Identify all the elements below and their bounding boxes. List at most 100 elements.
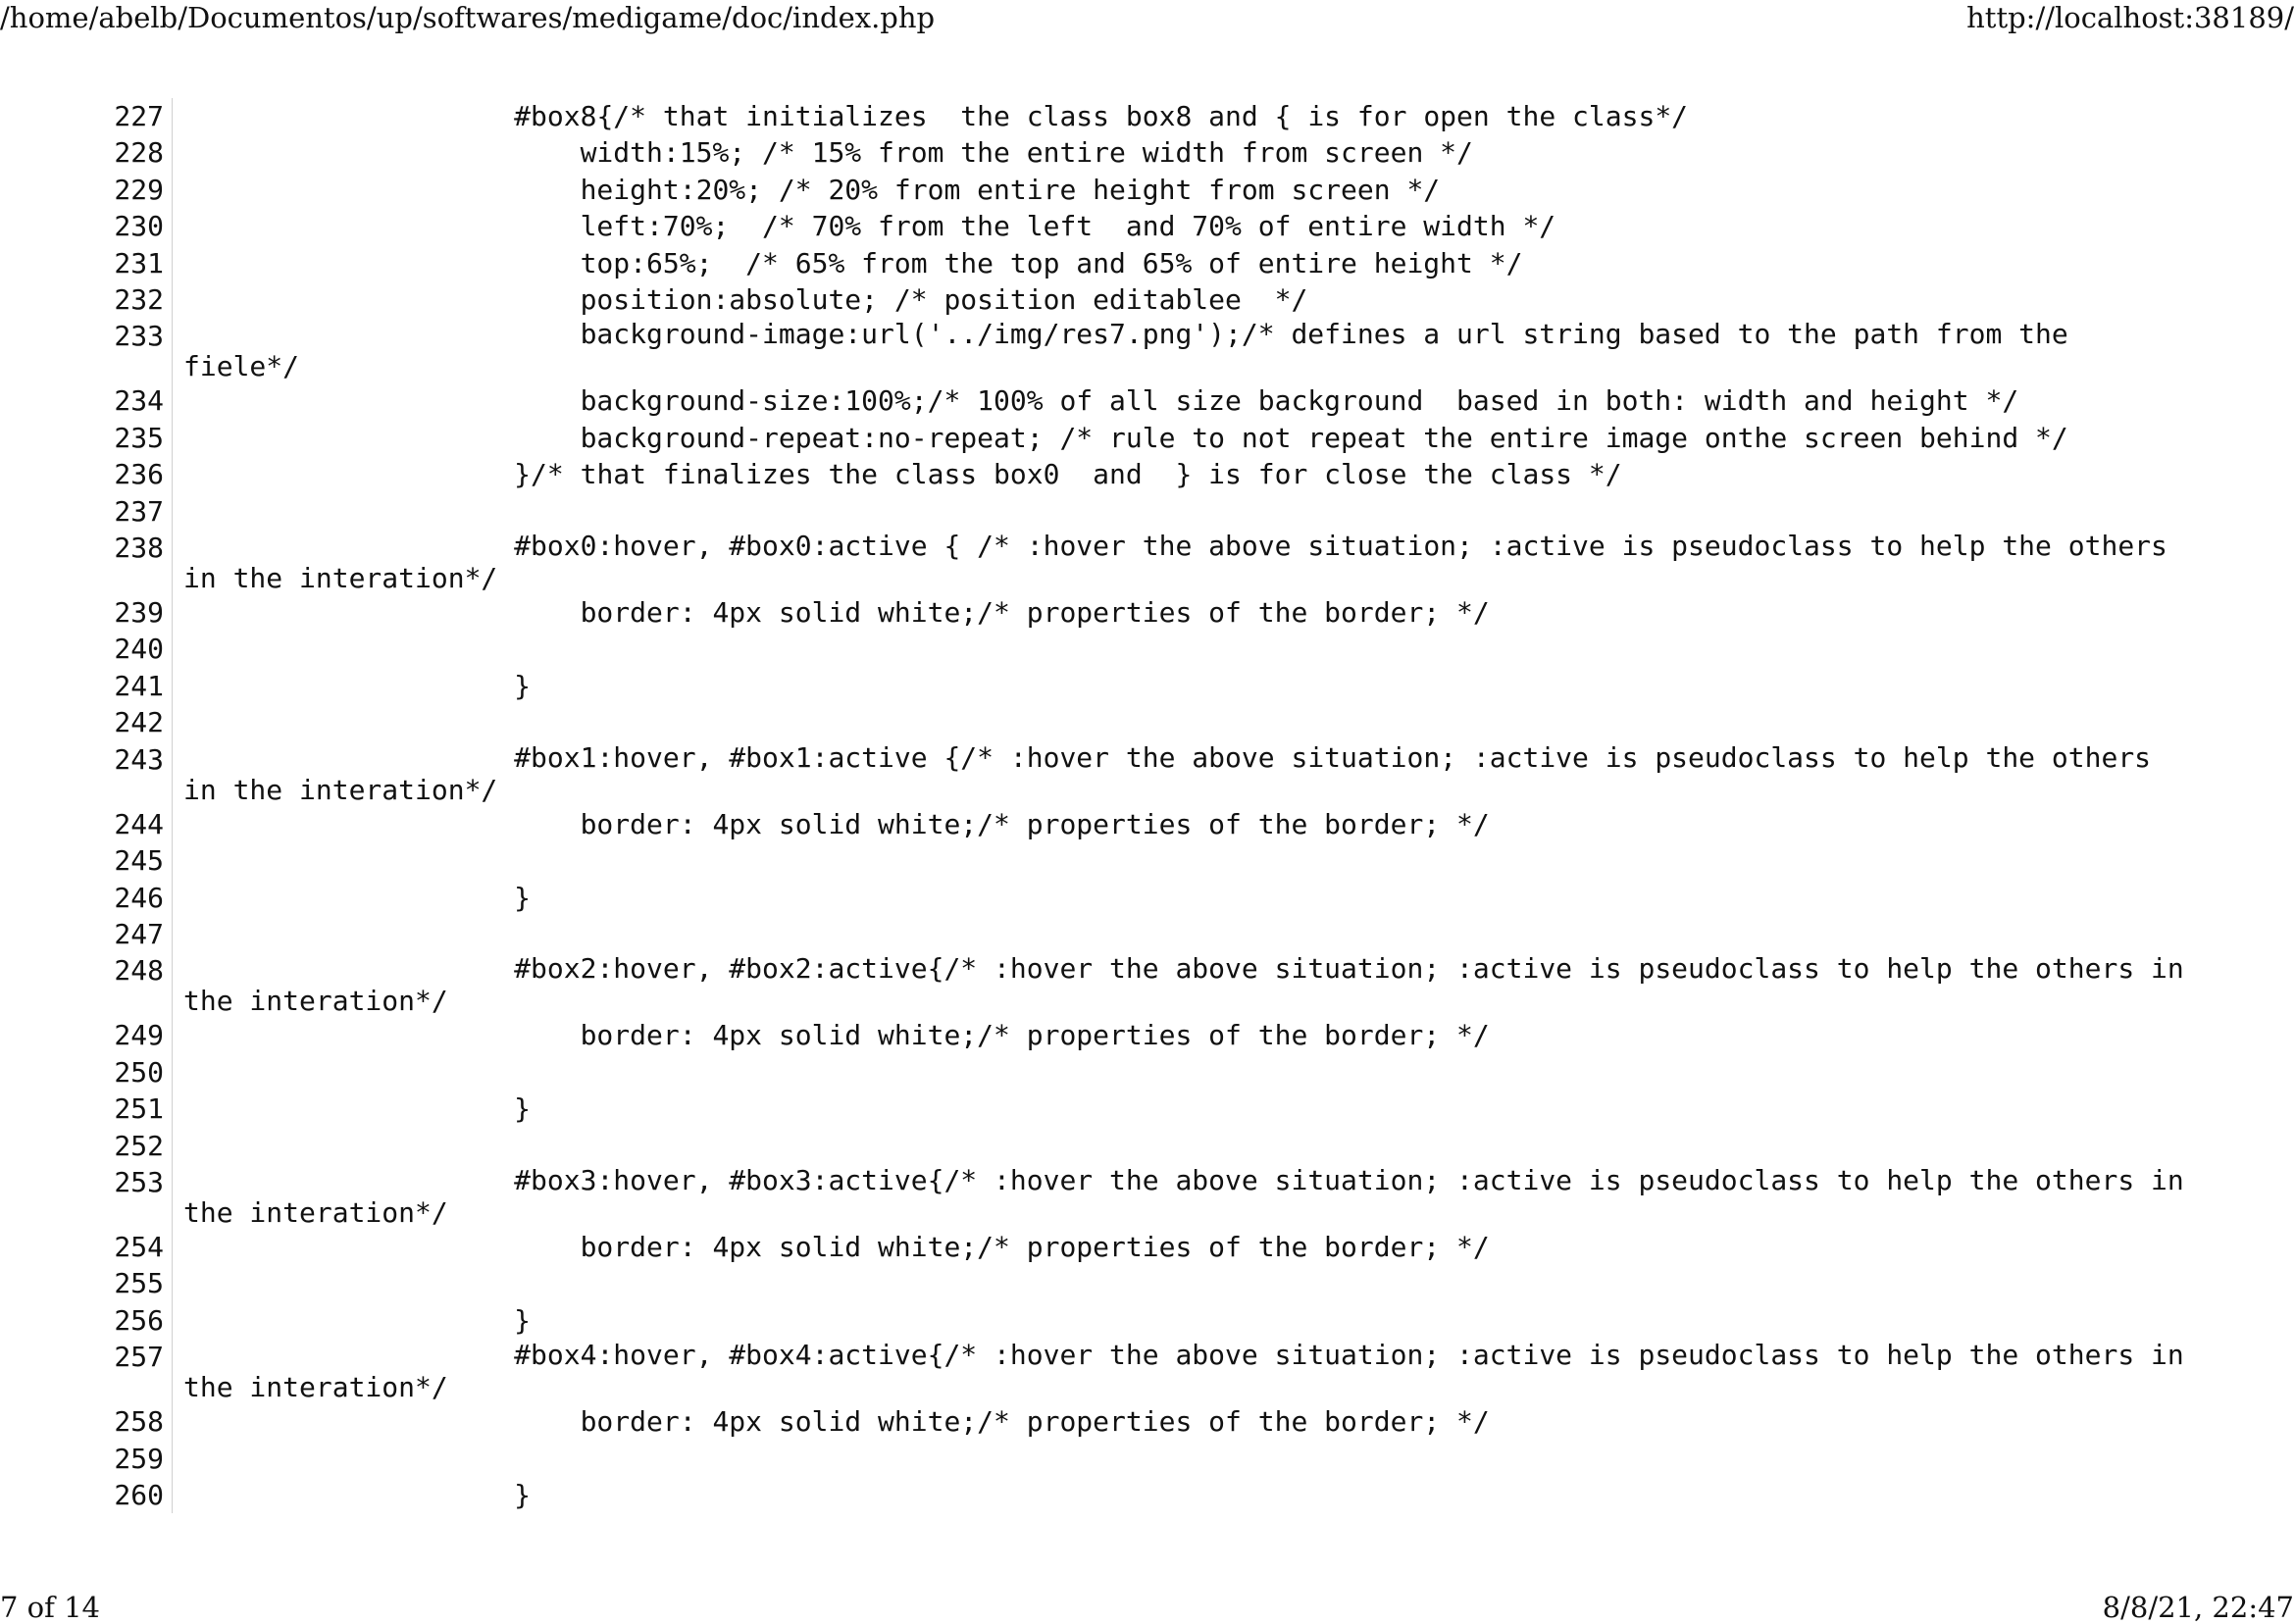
code-line: 247 [0, 915, 2185, 953]
line-number: 232 [0, 281, 173, 319]
code-line: 230 left:70%; /* 70% from the left and 7… [0, 208, 2184, 245]
line-number: 257 [0, 1339, 173, 1404]
line-number: 244 [0, 805, 173, 843]
line-source: border: 4px solid white;/* properties of… [183, 596, 1490, 630]
line-source: height:20%; /* 20% from entire height fr… [183, 173, 1441, 206]
line-source: } [183, 881, 532, 914]
code-line: 229 height:20%; /* 20% from entire heigh… [0, 171, 2184, 209]
code-line: 231 top:65%; /* 65% from the top and 65%… [0, 244, 2184, 282]
code-line: 240 [0, 631, 2185, 668]
line-source [173, 1441, 2185, 1477]
code-line: 251 } [0, 1091, 2184, 1128]
line-source [173, 493, 2185, 530]
line-number: 237 [0, 492, 173, 531]
line-number: 239 [0, 594, 173, 632]
code-line: 227 #box8{/* that initializes the class … [0, 98, 2184, 135]
line-source: left:70%; /* 70% from the left and 70% o… [183, 210, 1556, 243]
code-line: 245 [0, 842, 2185, 880]
line-number: 229 [0, 171, 173, 209]
code-line: 255 [0, 1265, 2185, 1302]
line-source: border: 4px solid white;/* properties of… [183, 1405, 1490, 1439]
line-number: 250 [0, 1053, 173, 1091]
line-number: 259 [0, 1440, 173, 1477]
code-line: 257 #box4:hover, #box4:active{/* :hover … [0, 1339, 2201, 1404]
url-header: http://localhost:38189/ [1966, 1, 2294, 34]
code-line: 250 [0, 1053, 2185, 1091]
line-source [173, 842, 2185, 879]
code-lines: 227 #box8{/* that initializes the class … [0, 98, 2201, 1514]
line-number: 240 [0, 631, 173, 668]
line-source [173, 631, 2185, 667]
line-source: background-image:url('../img/res7.png');… [183, 318, 2085, 383]
line-source: #box1:hover, #box1:active {/* :hover the… [183, 740, 2167, 806]
line-source: width:15%; /* 15% from the entire width … [183, 136, 1473, 170]
code-line: 241 } [0, 667, 2184, 705]
line-source: border: 4px solid white;/* properties of… [183, 1019, 1490, 1052]
line-number: 254 [0, 1228, 173, 1266]
line-source: } [183, 1092, 532, 1126]
line-source: position:absolute; /* position editablee… [183, 283, 1308, 317]
line-number: 248 [0, 952, 173, 1018]
line-number: 242 [0, 704, 173, 741]
code-line: 252 [0, 1127, 2185, 1164]
line-number: 246 [0, 879, 173, 916]
line-number: 228 [0, 134, 173, 172]
page-counter: 7 of 14 [0, 1591, 100, 1624]
line-number: 238 [0, 530, 173, 595]
line-number: 243 [0, 740, 173, 806]
code-line: 249 border: 4px solid white;/* propertie… [0, 1017, 2184, 1054]
line-source: } [183, 1303, 532, 1337]
line-number: 249 [0, 1017, 173, 1054]
code-line: 258 border: 4px solid white;/* propertie… [0, 1403, 2184, 1441]
line-source: #box0:hover, #box0:active { /* :hover th… [183, 530, 2184, 595]
line-number: 234 [0, 382, 173, 420]
line-source: top:65%; /* 65% from the top and 65% of … [183, 246, 1523, 279]
code-line: 243 #box1:hover, #box1:active {/* :hover… [0, 740, 2184, 806]
file-path-header: /home/abelb/Documentos/up/softwares/medi… [0, 1, 936, 34]
line-source: background-repeat:no-repeat; /* rule to … [183, 421, 2068, 454]
line-source [173, 1265, 2185, 1301]
line-source: background-size:100%;/* 100% of all size… [183, 384, 2019, 418]
code-line: 234 background-size:100%;/* 100% of all … [0, 382, 2184, 420]
line-number: 230 [0, 208, 173, 245]
line-number: 258 [0, 1403, 173, 1441]
code-line: 228 width:15%; /* 15% from the entire wi… [0, 134, 2184, 172]
code-line: 242 [0, 704, 2184, 741]
line-source: border: 4px solid white;/* properties of… [183, 1230, 1490, 1263]
line-number: 247 [0, 915, 173, 953]
line-source: #box8{/* that initializes the class box8… [183, 100, 1689, 132]
line-number: 245 [0, 842, 173, 880]
line-number: 253 [0, 1163, 173, 1229]
line-number: 235 [0, 419, 173, 457]
code-line: 237 [0, 492, 2185, 531]
code-line: 259 [0, 1440, 2185, 1477]
line-source: #box3:hover, #box3:active{/* :hover the … [183, 1163, 2201, 1229]
code-line: 238 #box0:hover, #box0:active { /* :hove… [0, 530, 2184, 595]
line-source: } [183, 1478, 532, 1511]
line-source: #box2:hover, #box2:active{/* :hover the … [183, 952, 2201, 1018]
line-number: 236 [0, 456, 173, 493]
line-number: 252 [0, 1127, 173, 1164]
line-number: 255 [0, 1265, 173, 1302]
line-number: 251 [0, 1091, 173, 1128]
code-line: 244 border: 4px solid white;/* propertie… [0, 805, 2184, 843]
line-number: 227 [0, 98, 173, 135]
line-source: } [183, 669, 532, 702]
line-number: 260 [0, 1476, 173, 1514]
code-line: 236 }/* that finalizes the class box0 an… [0, 456, 2184, 493]
code-line: 235 background-repeat:no-repeat; /* rule… [0, 419, 2184, 457]
code-line: 254 border: 4px solid white;/* propertie… [0, 1228, 2184, 1266]
line-source [173, 1128, 2185, 1164]
line-number: 233 [0, 318, 173, 383]
code-line: 260 } [0, 1476, 2184, 1514]
code-line: 256 } [0, 1301, 2184, 1340]
line-source [173, 916, 2185, 952]
line-number: 241 [0, 667, 173, 705]
line-source: }/* that finalizes the class box0 and } … [183, 458, 1622, 491]
line-number: 256 [0, 1301, 173, 1340]
source-code-listing: 227 #box8{/* that initializes the class … [0, 98, 2201, 1514]
code-line: 233 background-image:url('../img/res7.pn… [0, 318, 2184, 383]
line-source: #box4:hover, #box4:active{/* :hover the … [183, 1339, 2201, 1404]
code-line: 248 #box2:hover, #box2:active{/* :hover … [0, 952, 2201, 1018]
line-source [173, 1054, 2185, 1091]
